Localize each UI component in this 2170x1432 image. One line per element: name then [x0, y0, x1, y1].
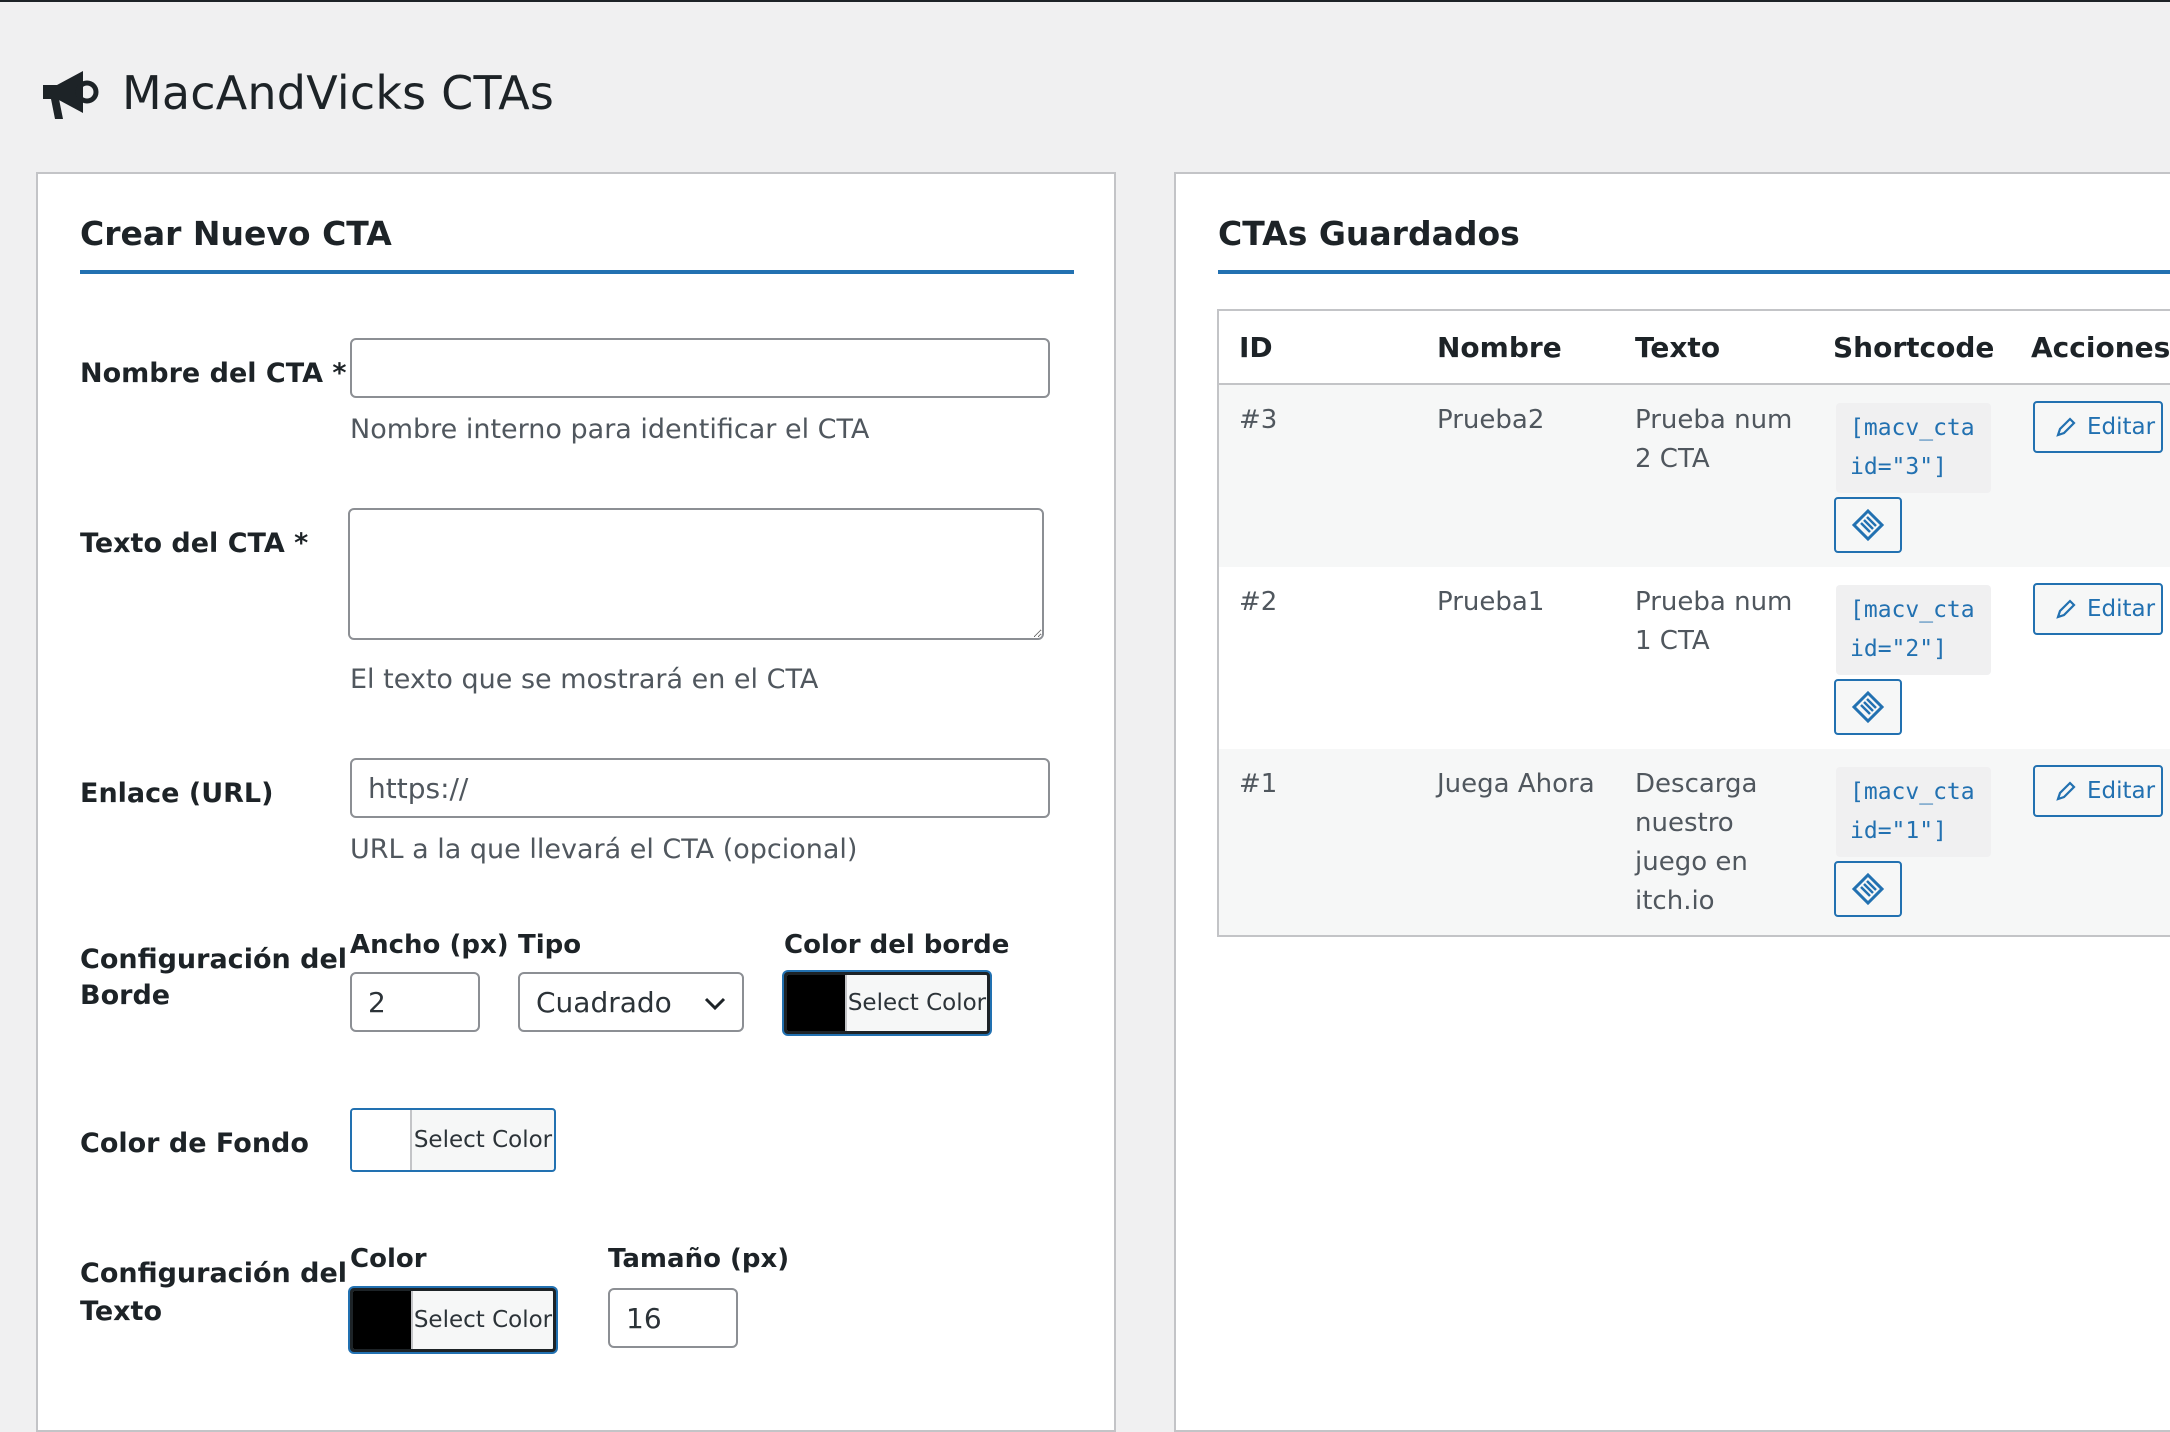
text-color-label: Color: [350, 1244, 427, 1274]
row-id: #3: [1239, 405, 1278, 435]
page-header: MacAndVicks CTAs: [38, 58, 554, 128]
create-cta-panel: Crear Nuevo CTA Nombre del CTA * Nombre …: [36, 172, 1116, 1432]
name-help: Nombre interno para identificar el CTA: [350, 414, 870, 445]
column-header-text: Texto: [1635, 331, 1721, 364]
text-color-button[interactable]: Select Color: [350, 1288, 556, 1352]
edit-button[interactable]: Editar: [2033, 765, 2163, 817]
shortcode-line-2: id="3"]: [1850, 454, 1947, 480]
row-name: Juega Ahora: [1437, 769, 1595, 799]
heading-underline: [1218, 270, 2170, 274]
pencil-icon: [2056, 417, 2076, 437]
column-header-shortcode: Shortcode: [1833, 331, 1995, 364]
top-border: [0, 0, 2170, 2]
row-text-3: juego en: [1635, 847, 1748, 877]
table-row: #2 Prueba1 Prueba num 1 CTA [macv_cta id…: [1219, 567, 2170, 749]
background-color-button-label: Select Color: [413, 1127, 553, 1153]
border-config-label-1: Configuración del: [80, 944, 348, 975]
pencil-icon: [2056, 599, 2076, 619]
text-help: El texto que se mostrará en el CTA: [350, 664, 819, 695]
background-color-button[interactable]: Select Color: [350, 1108, 556, 1172]
text-size-label: Tamaño (px): [608, 1244, 790, 1274]
row-text-1: Prueba num: [1635, 405, 1793, 435]
edit-button-label: Editar: [2087, 414, 2156, 440]
row-id: #2: [1239, 587, 1278, 617]
url-input[interactable]: [350, 758, 1050, 818]
border-type-value: Cuadrado: [536, 985, 672, 1019]
column-header-name: Nombre: [1437, 331, 1562, 364]
table-row: #1 Juega Ahora Descarga nuestro juego en…: [1219, 749, 2170, 935]
page-title: MacAndVicks CTAs: [122, 66, 555, 120]
shortcode-line-2: id="2"]: [1850, 636, 1947, 662]
column-header-id: ID: [1239, 331, 1273, 364]
chevron-down-icon: [704, 997, 726, 1011]
background-color-swatch: [352, 1110, 412, 1170]
border-width-label: Ancho (px): [350, 930, 509, 960]
create-cta-heading: Crear Nuevo CTA: [80, 214, 392, 253]
url-label: Enlace (URL): [80, 778, 274, 809]
border-type-select[interactable]: Cuadrado: [518, 972, 744, 1032]
text-size-input[interactable]: [608, 1288, 738, 1348]
shortcode-line-1: [macv_cta: [1850, 597, 1975, 623]
clipboard-icon: [1851, 690, 1885, 724]
clipboard-icon: [1851, 872, 1885, 906]
saved-ctas-table: ID Nombre Texto Shortcode Acciones #3 Pr…: [1217, 309, 2170, 937]
copy-shortcode-button[interactable]: [1834, 861, 1902, 917]
pencil-icon: [2056, 781, 2076, 801]
background-color-label: Color de Fondo: [80, 1128, 309, 1159]
shortcode-line-2: id="1"]: [1850, 818, 1947, 844]
border-width-input[interactable]: [350, 972, 480, 1032]
border-config-label-2: Borde: [80, 980, 171, 1011]
edit-button[interactable]: Editar: [2033, 583, 2163, 635]
shortcode: [macv_cta id="2"]: [1836, 585, 1991, 675]
text-label: Texto del CTA *: [80, 528, 309, 559]
border-color-button-label: Select Color: [847, 990, 987, 1016]
clipboard-icon: [1851, 508, 1885, 542]
text-color-button-label: Select Color: [413, 1307, 553, 1333]
name-input[interactable]: [350, 338, 1050, 398]
heading-underline: [80, 270, 1074, 274]
shortcode: [macv_cta id="3"]: [1836, 403, 1991, 493]
table-row: #3 Prueba2 Prueba num 2 CTA [macv_cta id…: [1219, 385, 2170, 567]
edit-button-label: Editar: [2087, 596, 2156, 622]
edit-button-label: Editar: [2087, 778, 2156, 804]
url-help: URL a la que llevará el CTA (opcional): [350, 834, 858, 865]
row-name: Prueba1: [1437, 587, 1545, 617]
text-config-label-2: Texto: [80, 1296, 163, 1327]
text-color-swatch: [353, 1291, 413, 1349]
shortcode-line-1: [macv_cta: [1850, 415, 1975, 441]
column-header-actions: Acciones: [2031, 331, 2170, 364]
copy-shortcode-button[interactable]: [1834, 679, 1902, 735]
name-label: Nombre del CTA *: [80, 358, 347, 389]
border-type-label: Tipo: [518, 930, 582, 960]
megaphone-icon: [38, 62, 100, 124]
copy-shortcode-button[interactable]: [1834, 497, 1902, 553]
row-id: #1: [1239, 769, 1278, 799]
border-color-label: Color del borde: [784, 930, 1010, 960]
row-text-2: nuestro: [1635, 808, 1734, 838]
saved-ctas-heading: CTAs Guardados: [1218, 214, 1520, 253]
row-text-1: Prueba num: [1635, 587, 1793, 617]
text-config-label-1: Configuración del: [80, 1258, 348, 1289]
row-text-2: 1 CTA: [1635, 626, 1710, 656]
row-name: Prueba2: [1437, 405, 1545, 435]
row-text-1: Descarga: [1635, 769, 1758, 799]
border-color-swatch: [787, 975, 847, 1031]
row-text-2: 2 CTA: [1635, 444, 1710, 474]
edit-button[interactable]: Editar: [2033, 401, 2163, 453]
shortcode-line-1: [macv_cta: [1850, 779, 1975, 805]
row-text-4: itch.io: [1635, 886, 1715, 916]
shortcode: [macv_cta id="1"]: [1836, 767, 1991, 857]
text-textarea[interactable]: [348, 508, 1044, 640]
border-color-button[interactable]: Select Color: [784, 972, 990, 1034]
